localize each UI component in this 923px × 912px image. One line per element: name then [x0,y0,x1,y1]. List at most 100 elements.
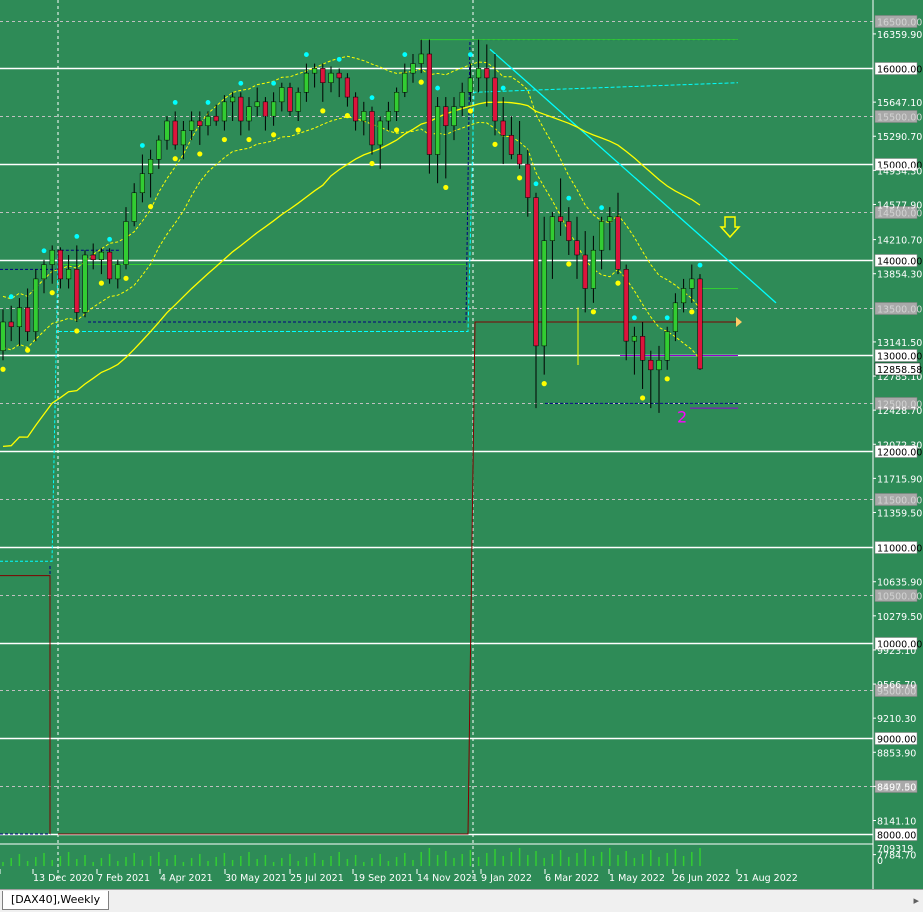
signal-dot [336,56,342,62]
candle-body [402,72,408,93]
price-tick-label: 15290.70 [877,132,922,143]
candle-body [172,120,178,146]
candle-body [287,87,293,112]
candle-body [221,101,227,122]
signal-dot [640,395,646,401]
level-label: 13500.00 [877,305,922,316]
level-label: 8000.00 [877,831,916,842]
candle-body [697,278,703,370]
signal-dot [394,127,400,133]
candle-body [541,240,547,347]
price-chart[interactable]: 2 16500.0016000.0015500.0015000.0014500.… [0,0,923,889]
level-navy [0,566,51,835]
candle-body [353,96,359,122]
volume-max-label: 709319 [877,844,913,855]
candle-body [574,240,580,256]
signal-dot [172,100,178,105]
signal-dot [664,315,670,321]
candle-body [156,139,162,160]
level-maroon [58,321,738,835]
price-tick-label: 10635.90 [877,578,922,589]
signal-dot [590,309,597,315]
signal-dot [221,136,227,143]
candle-body [640,336,646,361]
price-tick-label: 9210.30 [877,714,916,725]
candle-body [361,111,367,122]
volume-histogram [0,843,873,866]
candle-body [492,77,498,122]
signal-dot [664,376,670,382]
signal-dot [148,203,154,210]
signal-dot [566,261,572,267]
signal-dot [468,52,473,57]
price-tick-label: 14210.70 [877,236,922,247]
candle-body [410,63,416,74]
level-label: 13000.00 [877,352,922,363]
candle-body [16,307,22,328]
price-tick-label: 14577.90 [877,200,922,211]
signal-dot [443,184,449,191]
signal-markers: 2 [0,52,742,426]
candle-body [295,92,301,112]
candle-body [213,115,219,122]
candlestick-series [0,39,703,413]
candle-body [377,120,383,146]
candle-body [328,72,334,83]
signal-dot [697,262,703,268]
signal-dot [8,294,14,300]
candle-body [590,249,596,289]
candle-body [90,254,96,261]
candle-body [599,221,605,251]
signal-dot [107,236,112,242]
level-cyan [0,254,59,562]
chart-tab[interactable]: [DAX40],Weekly [2,891,110,910]
candle-body [607,216,613,222]
signal-dot [295,127,301,133]
candle-body [435,106,441,155]
price-tick-label: 10279.50 [877,612,922,623]
signal-dot [566,195,572,201]
candle-body [664,331,670,361]
price-tick-label: 13141.50 [877,338,922,349]
wave-label: 2 [677,407,687,426]
price-tick-label: 16359.90 [877,30,922,41]
candle-body [74,269,80,313]
signal-dot [197,151,203,157]
candle-body [41,264,47,280]
price-tick-label: 9923.10 [877,646,916,657]
price-tick-label: 8497.50 [877,782,916,793]
candle-body [385,111,391,122]
candle-body [303,72,309,93]
time-tick-label: 13 Dec 2020 [33,873,94,884]
candle-body [25,307,31,332]
candle-body [631,336,637,342]
current-price-label: 12858.58 [877,365,922,376]
level-label: 10500.00 [877,592,922,603]
level-maroon [0,575,51,834]
signal-dot [98,280,104,286]
candle-body [623,269,629,342]
candle-body [139,173,145,194]
price-pointer-icon [736,316,742,327]
signal-dot [246,136,252,143]
candle-body [582,254,588,289]
candle-body [484,68,490,79]
signal-dot [320,108,326,114]
scroll-right-icon[interactable]: ▸ [913,894,919,907]
signal-dot [123,275,129,281]
price-tick-label: 14934.30 [877,166,922,177]
signal-dot [140,143,145,148]
candle-body [648,360,654,371]
candle-body [254,101,260,107]
chart-window[interactable]: 2 16500.00 16000.00 15500.00 15000.00 14500.… [0,0,923,912]
level-label: 14000.00 [877,257,922,268]
candle-body [131,192,137,222]
time-tick-label: 25 Jul 2021 [290,873,344,884]
signal-dot [632,315,637,321]
candle-body [33,278,39,332]
time-tick-label: 1 May 2022 [609,873,665,884]
chart-tab-bar: [DAX40],Weekly ▸ [0,889,923,912]
price-tick-label: 9566.70 [877,680,916,691]
signal-dot [74,234,80,239]
signal-dot [304,52,309,57]
